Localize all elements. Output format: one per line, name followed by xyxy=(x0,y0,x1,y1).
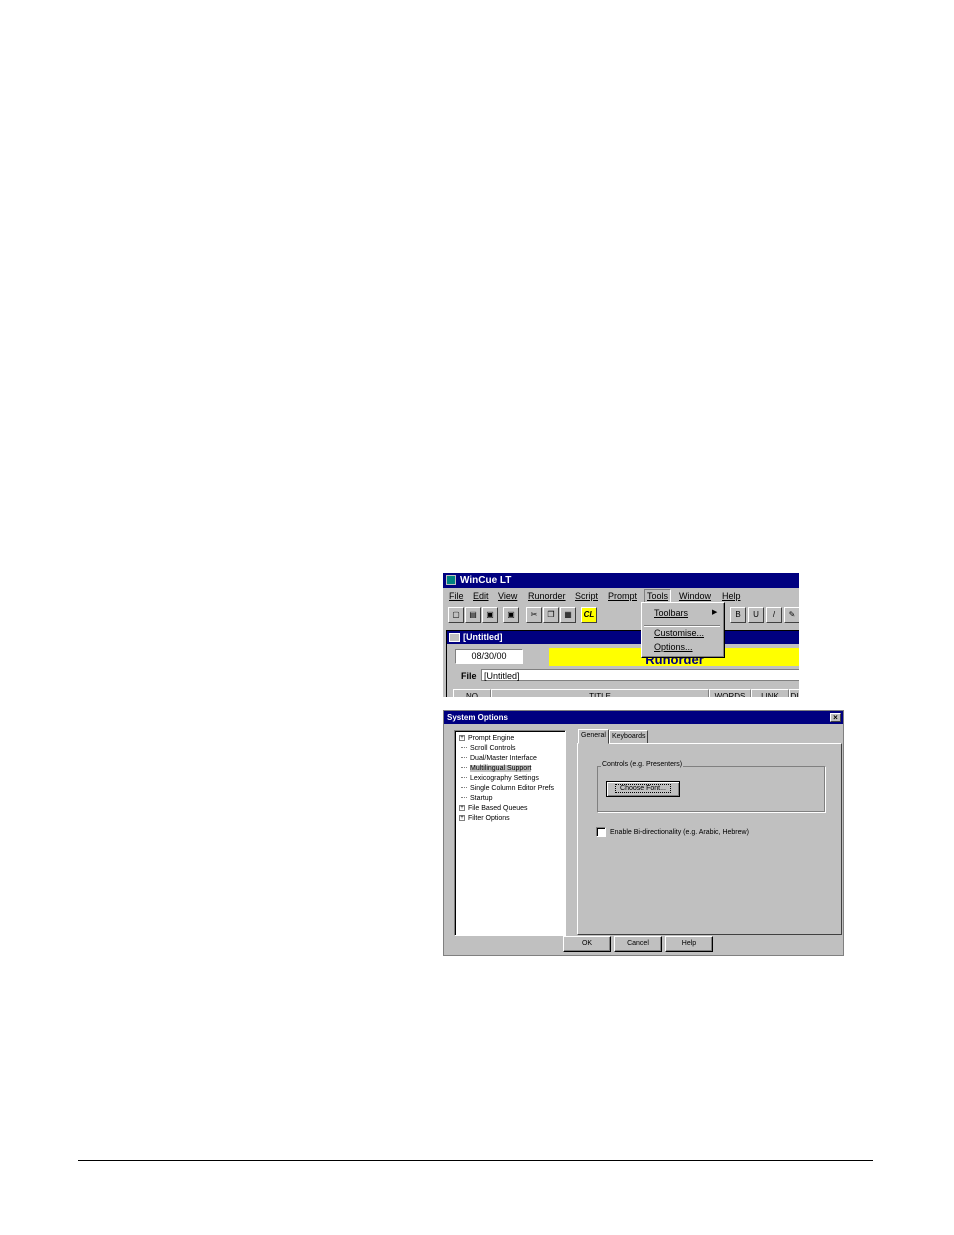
tree-line xyxy=(461,767,467,769)
toolbars-label: Toolbars xyxy=(654,608,689,618)
expand-icon[interactable]: + xyxy=(459,805,465,812)
toolbar: ▢ ▤ ▣ ▣ ✂ ❐ ▦ CL B U / ✎ xyxy=(443,605,799,627)
format-icon[interactable]: ✎ xyxy=(784,607,799,623)
footer-rule xyxy=(78,1160,873,1161)
group-label: Controls (e.g. Presenters) xyxy=(601,761,684,768)
tab-keyboards[interactable]: Keyboards xyxy=(609,730,649,744)
column-header-title[interactable]: TITLE xyxy=(491,689,709,697)
ok-button[interactable]: OK xyxy=(563,936,611,952)
runorder-document: [Untitled] 08/30/00 Runorder File [Untit… xyxy=(446,630,799,697)
menu-view[interactable]: View xyxy=(496,590,519,602)
tree-item[interactable]: + Prompt Engine xyxy=(459,734,514,743)
column-header-words[interactable]: WORDS xyxy=(709,689,751,697)
tree-item[interactable]: + Filter Options xyxy=(459,814,510,823)
italic-icon[interactable]: / xyxy=(766,607,782,623)
general-tab-panel: Controls (e.g. Presenters) Choose Font..… xyxy=(577,743,842,935)
column-header-di[interactable]: DI xyxy=(789,689,799,697)
bidi-checkbox-row[interactable]: Enable Bi-directionality (e.g. Arabic, H… xyxy=(596,827,749,837)
dialog-titlebar[interactable]: System Options × xyxy=(444,711,843,724)
save-icon[interactable]: ▣ xyxy=(482,607,498,623)
tab-general[interactable]: General xyxy=(578,729,609,744)
open-folder-icon[interactable]: ▤ xyxy=(465,607,481,623)
options-tree: + Prompt Engine Scroll Controls Dual/Mast… xyxy=(454,730,566,936)
menu-separator xyxy=(644,625,720,627)
app-icon xyxy=(446,575,456,585)
tree-item[interactable]: Startup xyxy=(459,794,493,803)
date-field[interactable]: 08/30/00 xyxy=(455,649,523,664)
tree-line xyxy=(461,757,467,759)
submenu-arrow-icon: ▶ xyxy=(712,609,718,616)
menu-customise[interactable]: Customise... xyxy=(654,628,704,638)
expand-icon[interactable]: + xyxy=(459,735,465,742)
dialog-title: System Options xyxy=(447,713,508,722)
wincue-titlebar[interactable]: WinCue LT xyxy=(443,573,799,588)
tree-item[interactable]: Dual/Master Interface xyxy=(459,754,537,763)
help-button[interactable]: Help xyxy=(665,936,713,952)
wincue-window: WinCue LT File Edit View Runorder Script… xyxy=(443,573,799,697)
file-field[interactable]: [Untitled] xyxy=(481,669,799,681)
file-label: File xyxy=(461,671,477,681)
bidi-label: Enable Bi-directionality (e.g. Arabic, H… xyxy=(610,828,749,836)
controls-groupbox: Controls (e.g. Presenters) Choose Font..… xyxy=(597,761,825,812)
underline-icon[interactable]: U xyxy=(748,607,764,623)
menu-script[interactable]: Script xyxy=(573,590,600,602)
tree-line xyxy=(461,787,467,789)
paste-icon[interactable]: ▦ xyxy=(560,607,576,623)
copy-icon[interactable]: ❐ xyxy=(543,607,559,623)
cl-button[interactable]: CL xyxy=(581,607,597,623)
menu-help[interactable]: Help xyxy=(720,590,743,602)
save-all-icon[interactable]: ▣ xyxy=(503,607,519,623)
menu-options[interactable]: Options... xyxy=(654,642,693,652)
tree-item[interactable]: Lexicography Settings xyxy=(459,774,539,783)
system-menu-icon[interactable] xyxy=(449,633,460,642)
menu-runorder[interactable]: Runorder xyxy=(526,590,568,602)
menu-toolbars[interactable]: Toolbars ▶ xyxy=(654,608,717,618)
menu-file[interactable]: File xyxy=(447,590,466,602)
system-options-dialog: System Options × + Prompt Engine Scroll C… xyxy=(443,710,844,956)
menubar: File Edit View Runorder Script Prompt To… xyxy=(443,589,799,603)
tree-line xyxy=(461,747,467,749)
bold-icon[interactable]: B xyxy=(730,607,746,623)
cut-icon[interactable]: ✂ xyxy=(526,607,542,623)
close-icon[interactable]: × xyxy=(830,713,841,722)
document-titlebar[interactable]: [Untitled] xyxy=(447,631,799,644)
wincue-title: WinCue LT xyxy=(460,575,512,586)
bidi-checkbox[interactable] xyxy=(596,827,606,837)
menu-edit[interactable]: Edit xyxy=(471,590,491,602)
menu-window[interactable]: Window xyxy=(677,590,713,602)
document-title: [Untitled] xyxy=(463,632,503,642)
menu-tools[interactable]: Tools xyxy=(644,589,672,603)
column-header-link[interactable]: LINK xyxy=(751,689,789,697)
expand-icon[interactable]: + xyxy=(459,815,465,822)
tree-line xyxy=(461,777,467,779)
tree-item-selected[interactable]: Multilingual Support xyxy=(459,764,532,773)
cancel-button[interactable]: Cancel xyxy=(614,936,662,952)
menu-prompt[interactable]: Prompt xyxy=(606,590,639,602)
new-file-icon[interactable]: ▢ xyxy=(448,607,464,623)
tools-dropdown: Toolbars ▶ Customise... Options... xyxy=(641,602,725,658)
column-header-no[interactable]: NO xyxy=(453,689,491,697)
tree-item[interactable]: Scroll Controls xyxy=(459,744,516,753)
choose-font-button[interactable]: Choose Font... xyxy=(606,781,680,797)
tree-item[interactable]: + File Based Queues xyxy=(459,804,528,813)
tree-line xyxy=(461,797,467,799)
tree-item[interactable]: Single Column Editor Prefs xyxy=(459,784,554,793)
